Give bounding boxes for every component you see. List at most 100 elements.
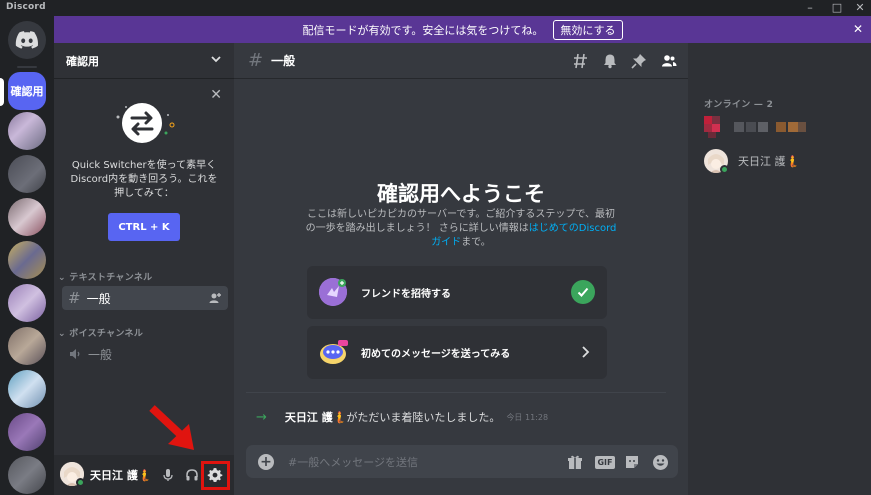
pinned-messages-button[interactable] [630, 52, 648, 70]
app-title: Discord [6, 2, 46, 12]
server-icon-active[interactable]: 確認用 [8, 72, 46, 110]
server-icon[interactable] [8, 413, 46, 451]
emoji-button[interactable] [651, 453, 669, 471]
pin-icon [631, 54, 646, 69]
channel-item-general-voice[interactable]: 一般 [62, 342, 228, 366]
chevron-down-icon [211, 56, 221, 63]
pixelated-member-image [704, 116, 806, 138]
threads-icon [574, 53, 587, 69]
message-timestamp: 今日 11:28 [506, 412, 549, 422]
sticker-icon [626, 456, 638, 468]
server-icon[interactable] [8, 198, 46, 236]
gift-icon [568, 455, 582, 469]
headphones-icon [186, 469, 198, 481]
channel-title: 一般 [271, 54, 296, 68]
notifications-button[interactable] [601, 52, 619, 70]
step-label: フレンドを招待する [361, 289, 451, 300]
system-join-message: → 天日江 護🧜 がただいま着陸いたしました。 今日 11:28 [256, 409, 548, 425]
server-icon[interactable] [8, 327, 46, 365]
message-composer[interactable]: + #一般へメッセージを送信 GIF [246, 445, 678, 478]
threads-button[interactable] [572, 52, 590, 70]
add-member-icon[interactable] [208, 291, 222, 305]
streamer-mode-banner: 配信モードが有効です。安全には気をつけてね。 無効にする ✕ [54, 16, 871, 43]
member-name: 天日江 護🧜 [738, 155, 800, 168]
online-members-heading: オンライン — 2 [704, 100, 774, 110]
home-button[interactable] [8, 21, 46, 59]
message-divider [246, 392, 666, 393]
join-arrow-icon: → [256, 409, 267, 425]
minimize-button[interactable]: – [799, 0, 821, 16]
speaker-icon [70, 349, 80, 359]
sticker-button[interactable] [623, 453, 641, 471]
hash-icon: # [68, 289, 81, 307]
discord-logo-icon [15, 31, 39, 49]
emoji-icon [652, 454, 668, 470]
close-window-button[interactable]: ✕ [849, 0, 871, 16]
chat-header: # 一般 検索 [234, 43, 800, 79]
username: 天日江 護🧜 [90, 469, 152, 482]
chat-area: # 一般 検索 [234, 43, 800, 495]
quick-switcher-button[interactable]: CTRL + K [108, 213, 180, 241]
title-bar: Discord – □ ✕ [0, 0, 871, 16]
server-icon[interactable] [8, 112, 46, 150]
banner-close-button[interactable]: ✕ [853, 22, 863, 36]
maximize-button[interactable]: □ [826, 0, 848, 16]
annotation-arrow-icon [149, 405, 194, 450]
server-icon[interactable] [8, 456, 46, 494]
members-icon [662, 55, 677, 67]
active-server-pill [0, 78, 4, 106]
welcome-description: ここは新しいピカピカのサーバーです。ご紹介するステップで、最初の一歩を踏み出しま… [304, 208, 618, 250]
channel-name: 一般 [88, 347, 113, 362]
gif-icon: GIF [595, 455, 615, 469]
server-icon[interactable] [8, 241, 46, 279]
checkmark-icon [571, 280, 595, 304]
message-bubble-icon [319, 338, 348, 366]
guild-header[interactable]: 確認用 [54, 43, 234, 79]
invite-friends-icon [319, 278, 347, 306]
chevron-down-icon: ⌄ [58, 273, 70, 283]
user-settings-button[interactable] [205, 465, 225, 485]
channel-name: 一般 [86, 291, 111, 306]
channel-sidebar: 確認用 ✕ Quick Switcherを使って素早くDiscord内を動き回ろ… [54, 43, 234, 495]
banner-text: 配信モードが有効です。安全には気をつけてね。 [302, 23, 544, 37]
quick-switcher-card: ✕ Quick Switcherを使って素早くDiscord内を動き回ろう。これ… [54, 79, 234, 275]
server-icon[interactable] [8, 155, 46, 193]
microphone-icon [163, 469, 173, 481]
channel-item-general-text[interactable]: # 一般 [62, 286, 228, 310]
welcome-text-end: まで。 [461, 237, 491, 248]
server-icon[interactable] [8, 284, 46, 322]
rail-separator [17, 66, 37, 68]
composer-placeholder: #一般へメッセージを送信 [288, 456, 418, 469]
quick-switcher-icon [116, 103, 175, 143]
disable-streamer-mode-button[interactable]: 無効にする [553, 19, 623, 40]
member-list-button[interactable] [660, 52, 678, 70]
gift-button[interactable] [566, 453, 584, 471]
step-send-first-message[interactable]: 初めてのメッセージを送ってみる [307, 326, 607, 379]
quick-switcher-text: Quick Switcherを使って素早くDiscord内を動き回ろう。これを押… [70, 160, 218, 199]
server-rail: 確認用 [0, 16, 54, 495]
gif-button[interactable]: GIF [594, 453, 616, 471]
guild-name: 確認用 [66, 54, 99, 68]
gear-icon [207, 468, 223, 482]
deafen-button[interactable] [182, 465, 202, 485]
bell-icon [604, 54, 616, 69]
category-voice-channels[interactable]: ⌄ ボイスチャンネル [58, 326, 143, 339]
step-label: 初めてのメッセージを送ってみる [361, 349, 511, 360]
member-item-blurred[interactable] [704, 116, 808, 138]
member-list: オンライン — 2 天日江 護🧜 [688, 43, 871, 495]
chevron-down-icon: ⌄ [58, 329, 70, 339]
server-icon[interactable] [8, 370, 46, 408]
chevron-right-icon [582, 346, 590, 358]
step-invite-friends[interactable]: フレンドを招待する [307, 266, 607, 319]
category-text-channels[interactable]: ⌄ テキストチャンネル [58, 270, 152, 283]
welcome-title: 確認用へようこそ [377, 182, 545, 206]
user-panel: 天日江 護🧜 [54, 455, 234, 495]
online-status-icon [720, 165, 729, 174]
upload-plus-icon[interactable]: + [258, 454, 274, 470]
online-status-icon [76, 478, 85, 487]
hash-icon: # [248, 50, 264, 71]
quick-switcher-close-button[interactable]: ✕ [210, 87, 222, 103]
message-author[interactable]: 天日江 護🧜 [285, 409, 347, 425]
member-item[interactable]: 天日江 護🧜 [704, 147, 864, 175]
mute-button[interactable] [158, 465, 178, 485]
